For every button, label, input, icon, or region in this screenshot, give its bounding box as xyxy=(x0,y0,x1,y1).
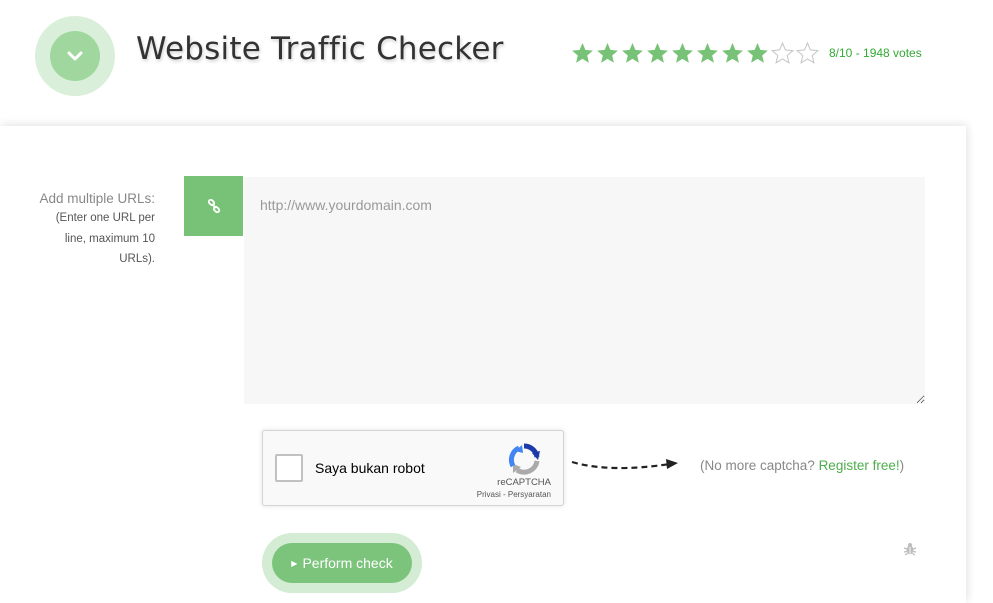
star-filled-icon[interactable] xyxy=(695,41,720,65)
register-promo: (No more captcha? Register free!) xyxy=(700,458,904,473)
url-field-label: Add multiple URLs: (Enter one URL per li… xyxy=(0,190,155,270)
terms-link[interactable]: Persyaratan xyxy=(508,490,551,499)
links-separator: - xyxy=(500,490,508,499)
register-promo-prefix: (No more captcha? xyxy=(700,458,819,473)
privacy-link[interactable]: Privasi xyxy=(477,490,501,499)
logo-badge[interactable] xyxy=(35,16,115,96)
url-label-title: Add multiple URLs: xyxy=(39,191,155,206)
logo-inner-circle xyxy=(50,31,100,81)
star-filled-icon[interactable] xyxy=(670,41,695,65)
dashed-arrow-icon xyxy=(571,459,678,470)
link-button[interactable] xyxy=(184,176,243,236)
recaptcha-label: Saya bukan robot xyxy=(315,460,425,476)
register-free-link[interactable]: Register free! xyxy=(819,458,900,473)
chevron-down-icon xyxy=(67,51,83,61)
bug-icon[interactable] xyxy=(903,542,917,556)
rating-summary: 8/10 - 1948 votes xyxy=(829,46,922,60)
play-icon: ▶ xyxy=(291,558,298,568)
star-filled-icon[interactable] xyxy=(595,41,620,65)
star-rating[interactable] xyxy=(570,41,820,65)
star-filled-icon[interactable] xyxy=(745,41,770,65)
register-promo-suffix: ) xyxy=(899,458,905,473)
rating-widget[interactable]: 8/10 - 1948 votes xyxy=(570,41,922,65)
recaptcha-links: Privasi - Persyaratan xyxy=(477,490,551,499)
star-filled-icon[interactable] xyxy=(620,41,645,65)
recaptcha-checkbox[interactable] xyxy=(275,454,303,482)
star-empty-icon[interactable] xyxy=(795,41,820,65)
page-title: Website Traffic Checker xyxy=(136,31,504,67)
link-icon xyxy=(207,199,220,213)
star-filled-icon[interactable] xyxy=(645,41,670,65)
url-textarea[interactable] xyxy=(244,177,925,404)
url-label-hint: (Enter one URL per line, maximum 10 URLs… xyxy=(55,212,155,265)
star-filled-icon[interactable] xyxy=(570,41,595,65)
recaptcha-logo-icon xyxy=(508,443,540,475)
star-empty-icon[interactable] xyxy=(770,41,795,65)
perform-check-button[interactable]: ▶ Perform check xyxy=(272,543,412,583)
recaptcha-brand: reCAPTCHA xyxy=(497,477,551,488)
perform-check-label: Perform check xyxy=(302,555,393,571)
recaptcha-widget: Saya bukan robot reCAPTCHA Privasi - Per… xyxy=(262,430,564,506)
star-filled-icon[interactable] xyxy=(720,41,745,65)
